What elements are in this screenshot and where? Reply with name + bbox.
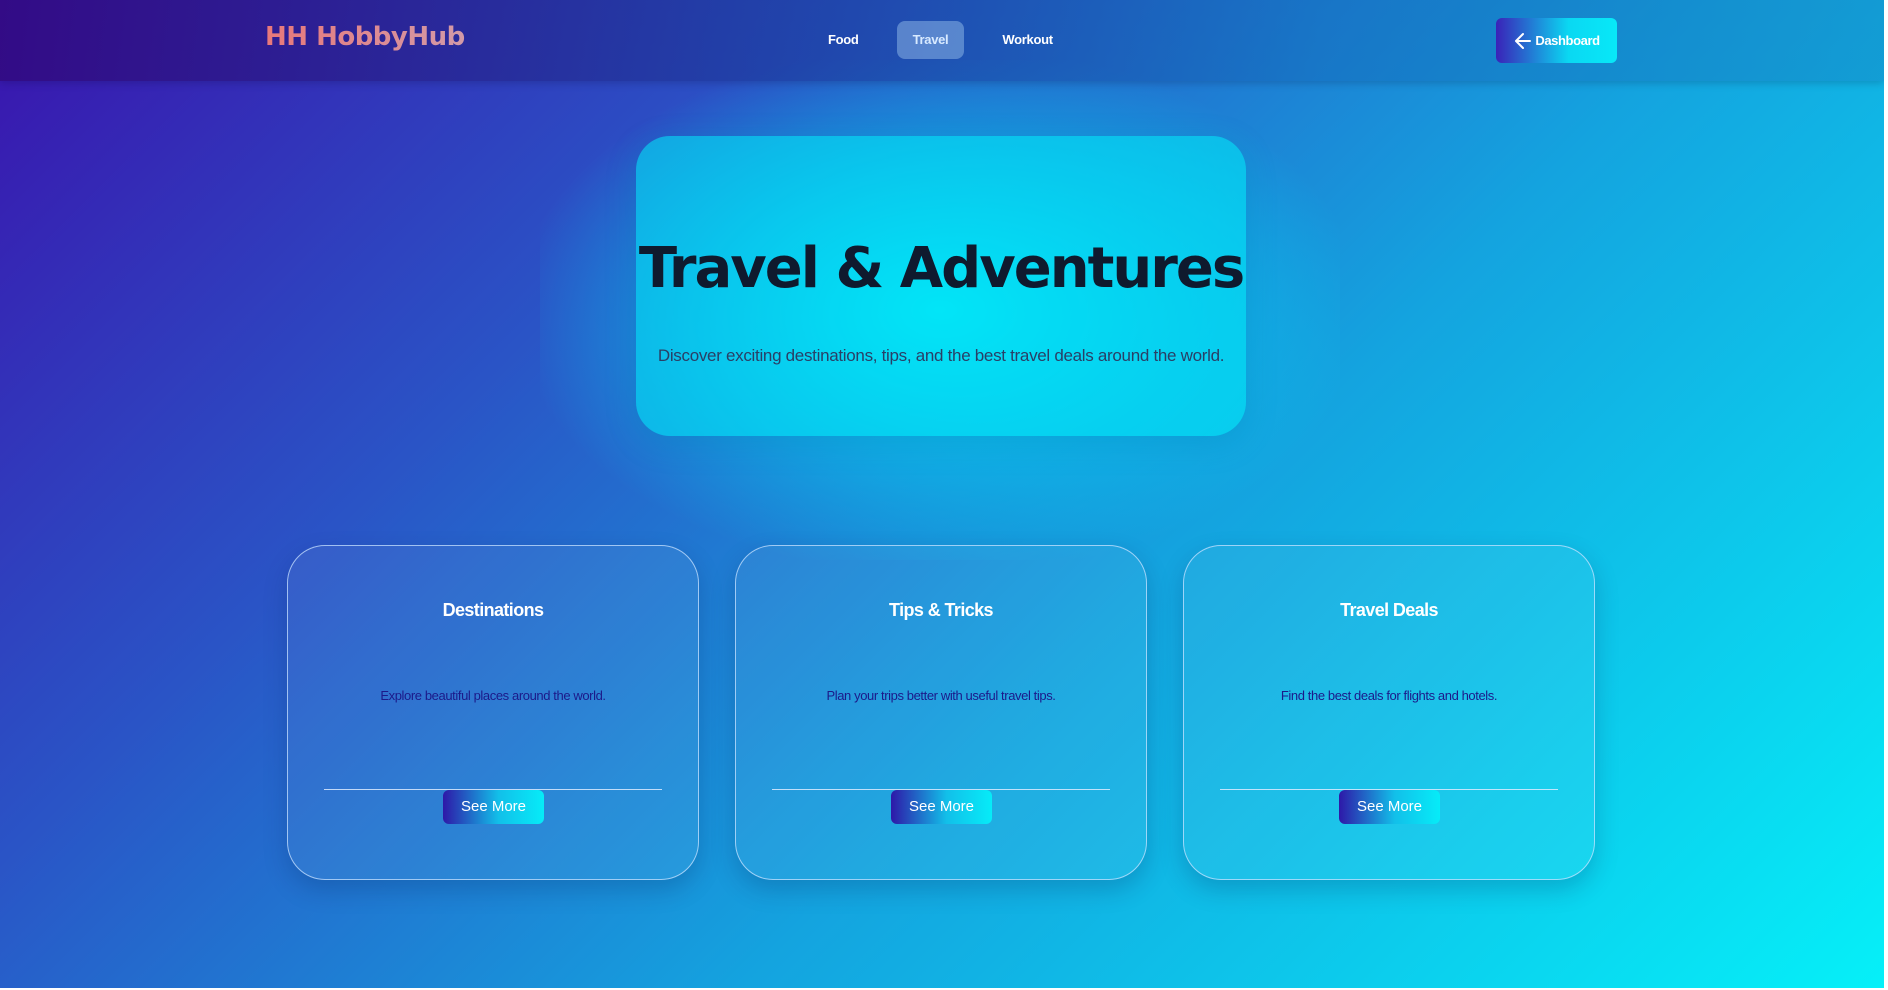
card-title: Destinations	[442, 600, 544, 620]
hero-panel: Travel & Adventures Discover exciting de…	[636, 136, 1246, 436]
card-description: Explore beautiful places around the worl…	[380, 688, 606, 703]
main-nav: Food Travel Workout	[812, 21, 1069, 59]
dashboard-button[interactable]: Dashboard	[1496, 18, 1617, 63]
brand-logo[interactable]: HH HobbyHub	[265, 22, 465, 52]
nav-link-travel[interactable]: Travel	[896, 21, 965, 59]
page-background: HH HobbyHub Food Travel Workout Dashboar…	[0, 0, 1884, 988]
see-more-button[interactable]: See More	[443, 790, 544, 824]
page-subtitle: Discover exciting destinations, tips, an…	[657, 346, 1225, 365]
card-title: Travel Deals	[1340, 600, 1438, 620]
top-navbar: HH HobbyHub Food Travel Workout Dashboar…	[0, 0, 1884, 81]
card-destinations: Destinations Explore beautiful places ar…	[287, 545, 699, 880]
card-tips-tricks: Tips & Tricks Plan your trips better wit…	[735, 545, 1147, 880]
dashboard-button-label: Dashboard	[1535, 33, 1600, 48]
card-description: Plan your trips better with useful trave…	[826, 688, 1056, 703]
nav-link-workout[interactable]: Workout	[986, 21, 1068, 59]
card-description: Find the best deals for flights and hote…	[1280, 688, 1498, 703]
see-more-button[interactable]: See More	[1339, 790, 1440, 824]
page-title: Travel & Adventures	[638, 236, 1245, 301]
card-title: Tips & Tricks	[889, 600, 994, 620]
see-more-button[interactable]: See More	[891, 790, 992, 824]
card-travel-deals: Travel Deals Find the best deals for fli…	[1183, 545, 1595, 880]
arrow-left-icon	[1515, 32, 1532, 49]
nav-link-food[interactable]: Food	[812, 21, 875, 59]
